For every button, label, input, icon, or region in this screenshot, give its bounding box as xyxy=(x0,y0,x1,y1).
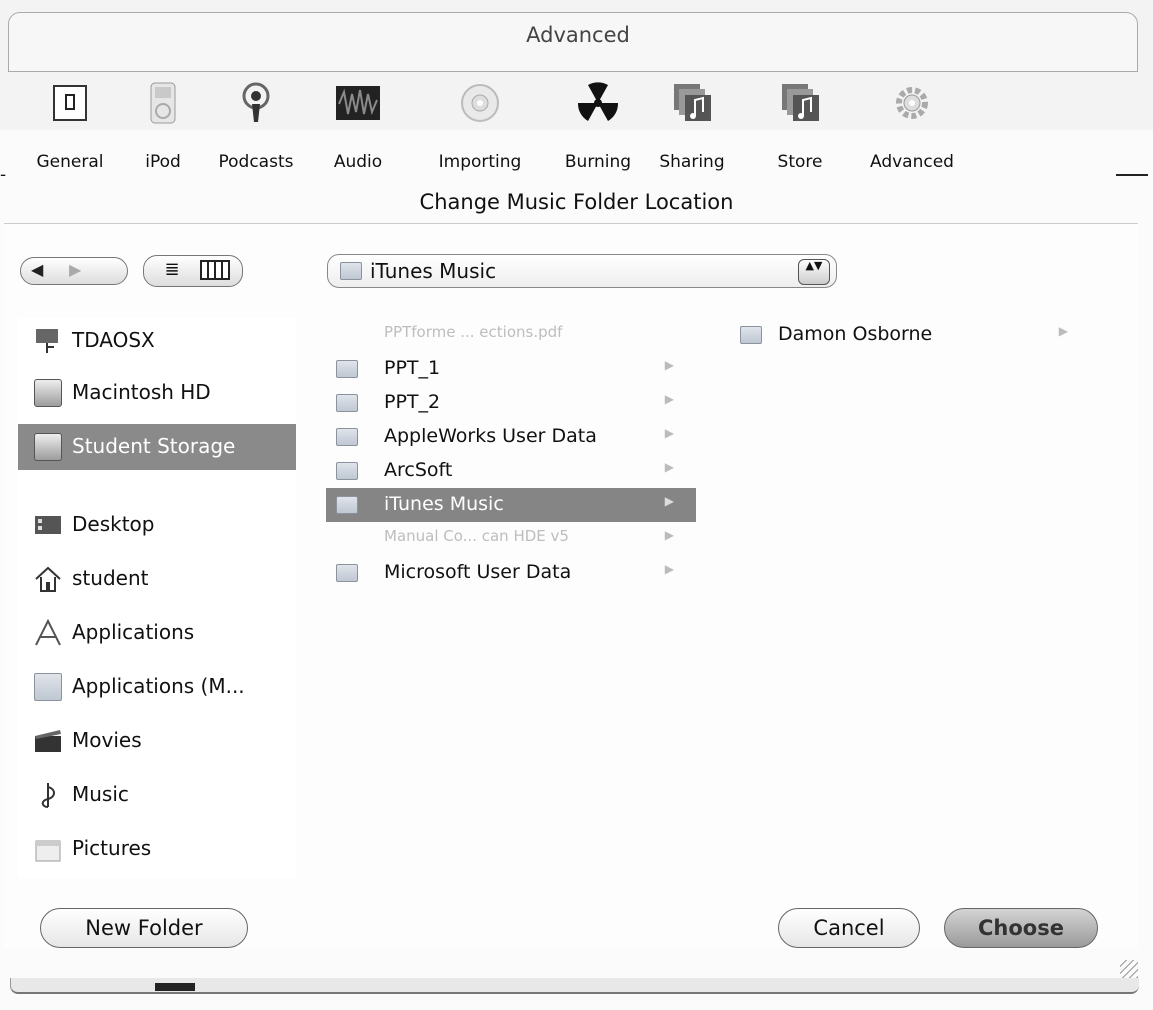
music-icon xyxy=(34,781,62,809)
list-item[interactable]: PPT_2 ▶ xyxy=(326,386,696,420)
new-folder-button[interactable]: New Folder xyxy=(40,908,248,948)
toolbar-burning[interactable]: Burning xyxy=(558,82,638,172)
title-bar: Advanced xyxy=(8,12,1138,72)
sidebar-item-desktop[interactable]: Desktop xyxy=(18,502,296,548)
back-forward-control: ◀ ▶ xyxy=(20,257,128,285)
choose-button[interactable]: Choose xyxy=(944,908,1098,948)
list-item[interactable]: PPTforme ... ections.pdf xyxy=(326,318,696,352)
disclosure-arrow-icon: ▶ xyxy=(664,494,674,508)
toolbar-general[interactable]: General xyxy=(30,82,110,172)
sidebar-item-student-storage[interactable]: Student Storage xyxy=(18,424,296,470)
disclosure-arrow-icon: ▶ xyxy=(664,528,674,542)
disk-image-icon xyxy=(336,530,358,548)
folder-icon xyxy=(336,394,358,412)
folder-icon xyxy=(336,496,358,514)
cd-import-icon xyxy=(458,82,502,124)
list-item[interactable]: ArcSoft ▶ xyxy=(326,454,696,488)
sidebar-item-movies[interactable]: Movies xyxy=(18,718,296,764)
list-item[interactable]: Damon Osborne ▶ xyxy=(730,318,1090,352)
toolbar-podcasts[interactable]: Podcasts xyxy=(216,82,296,172)
toolbar-overflow-dash: - xyxy=(0,165,7,185)
sidebar-item-macintosh-hd[interactable]: Macintosh HD xyxy=(18,370,296,416)
sidebar-item-tdaosx[interactable]: TDAOSX xyxy=(18,318,296,364)
popup-stepper-icon: ▲▼ xyxy=(798,259,830,285)
list-item-selected[interactable]: iTunes Music ▶ xyxy=(326,488,696,522)
disclosure-arrow-icon: ▶ xyxy=(1058,324,1068,338)
path-popup-menu[interactable]: iTunes Music ▲▼ xyxy=(327,254,837,288)
list-item[interactable]: Microsoft User Data ▶ xyxy=(326,556,696,590)
window-title: Advanced xyxy=(526,23,630,47)
path-popup-label: iTunes Music xyxy=(370,259,497,283)
radiation-burn-icon xyxy=(576,82,620,124)
folder-icon xyxy=(740,326,762,344)
applications-icon xyxy=(34,618,62,647)
toolbar-importing[interactable]: Importing xyxy=(439,82,521,172)
audio-waveform-icon xyxy=(336,82,380,124)
folder-icon xyxy=(336,360,358,378)
pictures-icon xyxy=(34,835,62,863)
sidebar-item-music[interactable]: Music xyxy=(18,772,296,818)
cancel-button[interactable]: Cancel xyxy=(778,908,920,948)
folder-icon xyxy=(336,428,358,446)
list-item[interactable]: Manual Co... can HDE v5 ▶ xyxy=(326,522,696,556)
sidebar-item-applications[interactable]: Applications xyxy=(18,610,296,656)
forward-button[interactable]: ▶ xyxy=(69,260,81,279)
hard-drive-icon xyxy=(34,379,62,407)
disclosure-arrow-icon: ▶ xyxy=(664,426,674,440)
sidebar: TDAOSX Macintosh HD Student Storage Desk… xyxy=(18,318,296,878)
back-button[interactable]: ◀ xyxy=(31,260,43,279)
toolbar-sharing[interactable]: Sharing xyxy=(652,82,732,172)
store-music-icon xyxy=(778,82,822,124)
movies-icon xyxy=(34,727,62,755)
disclosure-arrow-icon: ▶ xyxy=(664,562,674,576)
toolbar-ipod[interactable]: iPod xyxy=(123,82,203,172)
list-item[interactable]: AppleWorks User Data ▶ xyxy=(326,420,696,454)
sharing-music-icon xyxy=(670,82,714,124)
browser-column-2: Damon Osborne ▶ xyxy=(730,318,1090,358)
toolbar-divider xyxy=(1116,174,1148,176)
browser-column-1: PPTforme ... ections.pdf PPT_1 ▶ PPT_2 ▶… xyxy=(326,318,696,618)
view-mode-control: ≣ xyxy=(143,255,243,287)
pdf-file-icon xyxy=(336,326,358,344)
home-icon xyxy=(34,565,62,593)
podcast-icon xyxy=(234,82,278,124)
sidebar-item-student[interactable]: student xyxy=(18,556,296,602)
toolbar-store[interactable]: Store xyxy=(760,82,840,172)
ipod-icon xyxy=(141,82,185,124)
folder-icon xyxy=(336,462,358,480)
sidebar-item-pictures[interactable]: Pictures xyxy=(18,826,296,872)
folder-icon xyxy=(34,673,62,701)
list-item[interactable]: PPT_1 ▶ xyxy=(326,352,696,386)
resize-grip[interactable] xyxy=(1120,960,1138,978)
bottom-mark xyxy=(155,983,195,991)
folder-icon xyxy=(336,564,358,582)
column-view-button[interactable] xyxy=(200,260,230,280)
desktop-icon xyxy=(34,511,62,539)
network-volume-icon xyxy=(34,327,62,355)
toolbar-advanced[interactable]: Advanced xyxy=(870,82,954,172)
general-switch-icon xyxy=(48,82,92,124)
sidebar-item-applications-m[interactable]: Applications (M... xyxy=(18,664,296,710)
toolbar-audio[interactable]: Audio xyxy=(318,82,398,172)
gear-icon xyxy=(890,82,934,124)
disclosure-arrow-icon: ▶ xyxy=(664,460,674,474)
sheet-title: Change Music Folder Location xyxy=(419,190,734,214)
disclosure-arrow-icon: ▶ xyxy=(664,392,674,406)
disclosure-arrow-icon: ▶ xyxy=(664,358,674,372)
list-view-button[interactable]: ≣ xyxy=(158,260,186,280)
hard-drive-icon xyxy=(34,433,62,461)
folder-icon xyxy=(340,262,362,280)
